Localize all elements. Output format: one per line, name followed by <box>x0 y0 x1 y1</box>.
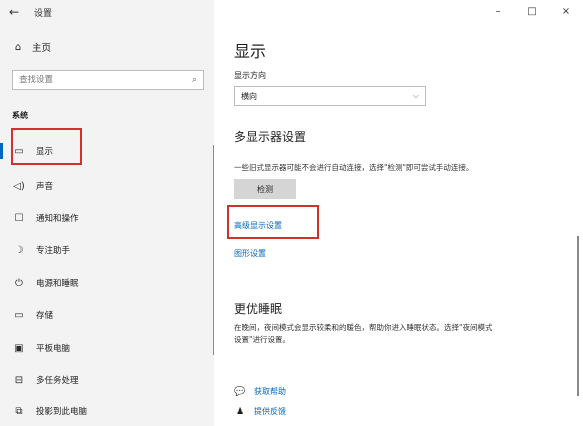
sidebar-item-label: 平板电脑 <box>36 344 71 354</box>
sidebar-item-sound[interactable]: ◁) 声音 <box>0 171 214 201</box>
sidebar-item-label: 存储 <box>36 311 54 321</box>
graphics-settings-link[interactable]: 图形设置 <box>234 248 266 259</box>
tablet-icon: ▣ <box>14 342 24 354</box>
help-link-row[interactable]: 💬 获取帮助 <box>234 386 286 397</box>
sidebar: ← 设置 ⌂ 主页 ⌕ 系统 ▭ 显示 ◁) 声音 ☐ 通知和操作 ☽ 专注助手… <box>0 0 215 426</box>
window-controls: – □ × <box>481 0 583 24</box>
sidebar-item-label: 声音 <box>36 182 54 192</box>
sidebar-home[interactable]: ⌂ 主页 <box>10 40 52 55</box>
search-icon[interactable]: ⌕ <box>192 75 197 85</box>
sidebar-item-label: 电源和睡眠 <box>36 279 79 289</box>
sidebar-item-multitasking[interactable]: ⊟ 多任务处理 <box>0 365 214 395</box>
sidebar-item-notifications[interactable]: ☐ 通知和操作 <box>0 203 214 233</box>
sleep-desc-line1: 在晚间，夜间模式会显示较柔和的暖色，帮助你进入睡眠状态。选择"夜间模式 <box>234 323 493 332</box>
orientation-label: 显示方向 <box>234 71 266 80</box>
feedback-link-row[interactable]: ♟ 提供反馈 <box>234 406 286 417</box>
search-box[interactable]: ⌕ <box>12 70 204 90</box>
help-link[interactable]: 获取帮助 <box>254 386 286 397</box>
close-icon[interactable]: × <box>549 0 583 24</box>
sidebar-item-project[interactable]: ⧉ 投影到此电脑 <box>0 396 214 426</box>
help-chat-icon: 💬 <box>234 386 246 397</box>
orientation-dropdown[interactable]: 横向 ⌵ <box>234 86 426 106</box>
titlebar: ← 设置 <box>0 0 214 24</box>
maximize-icon[interactable]: □ <box>515 0 549 24</box>
sidebar-item-label: 专注助手 <box>36 246 71 256</box>
project-icon: ⧉ <box>15 405 23 417</box>
sleep-desc-line2: 设置"进行设置。 <box>234 335 290 344</box>
sidebar-item-storage[interactable]: ▭ 存储 <box>0 300 214 330</box>
sidebar-item-label: 投影到此电脑 <box>36 407 88 417</box>
section-label-system: 系统 <box>12 111 28 120</box>
sleep-heading: 更优睡眠 <box>234 302 283 316</box>
storage-icon: ▭ <box>14 309 24 321</box>
home-label: 主页 <box>32 43 52 54</box>
sidebar-item-label: 多任务处理 <box>36 376 79 386</box>
main-content: 显示 显示方向 横向 ⌵ 多显示器设置 一些旧式显示器可能不会进行自动连接，选择… <box>214 0 583 426</box>
multi-display-desc: 一些旧式显示器可能不会进行自动连接，选择"检测"即可尝试手动连接。 <box>234 163 474 172</box>
search-input[interactable] <box>19 75 169 85</box>
minimize-icon[interactable]: – <box>481 0 515 24</box>
highlight-box-display <box>11 128 82 165</box>
speaker-icon: ◁) <box>13 180 25 192</box>
back-arrow-icon[interactable]: ← <box>0 5 28 19</box>
sidebar-item-label: 通知和操作 <box>36 214 79 224</box>
feedback-link[interactable]: 提供反馈 <box>254 406 286 417</box>
multitask-icon: ⊟ <box>14 374 24 386</box>
moon-icon: ☽ <box>14 244 24 256</box>
app-title: 设置 <box>34 8 53 19</box>
highlight-box-advanced <box>227 205 319 239</box>
main-scrollbar[interactable] <box>577 236 579 396</box>
chevron-down-icon: ⌵ <box>412 91 419 100</box>
detect-button[interactable]: 检测 <box>234 179 296 199</box>
sidebar-item-focus-assist[interactable]: ☽ 专注助手 <box>0 235 214 265</box>
feedback-person-icon: ♟ <box>235 406 245 417</box>
orientation-value: 横向 <box>241 91 257 101</box>
power-icon: ⏻ <box>15 277 23 289</box>
home-icon: ⌂ <box>14 41 22 53</box>
page-title: 显示 <box>234 42 267 61</box>
sidebar-item-tablet[interactable]: ▣ 平板电脑 <box>0 333 214 363</box>
sidebar-item-power-sleep[interactable]: ⏻ 电源和睡眠 <box>0 268 214 298</box>
multi-display-heading: 多显示器设置 <box>234 130 307 144</box>
notification-icon: ☐ <box>14 212 24 224</box>
